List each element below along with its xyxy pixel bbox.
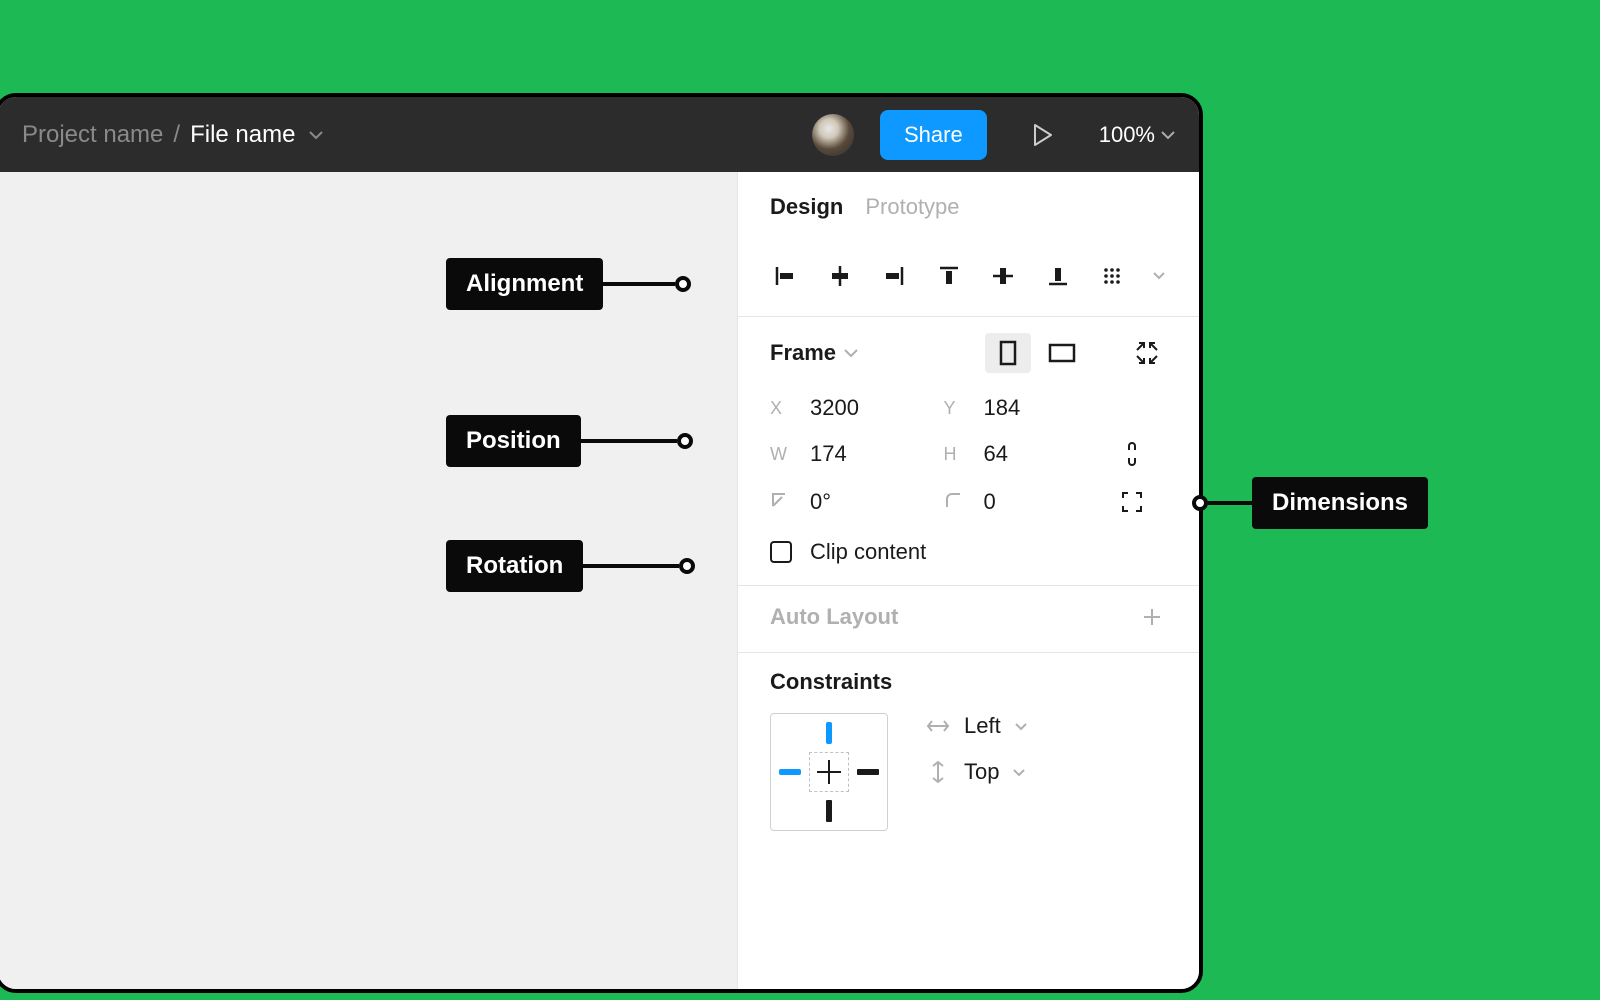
distribute-icon[interactable]: [1097, 260, 1128, 292]
x-label: X: [770, 398, 792, 419]
zoom-value: 100%: [1099, 122, 1155, 148]
file-name[interactable]: File name: [190, 121, 295, 149]
corner-radius-field[interactable]: 0: [944, 489, 1118, 515]
chevron-down-icon: [1015, 718, 1027, 734]
add-auto-layout-button[interactable]: [1137, 602, 1167, 632]
orientation-portrait-button[interactable]: [985, 333, 1031, 373]
frame-type-label: Frame: [770, 340, 836, 366]
height-field[interactable]: H 64: [944, 441, 1118, 467]
y-label: Y: [944, 398, 966, 419]
callout-label: Alignment: [446, 258, 603, 310]
y-value: 184: [984, 395, 1021, 421]
corner-radius-value: 0: [984, 489, 996, 515]
properties-panel: Design Prototype: [737, 172, 1199, 989]
callout-dimensions: Dimensions: [1192, 477, 1428, 529]
avatar[interactable]: [812, 114, 854, 156]
resize-to-fit-button[interactable]: [1127, 333, 1167, 373]
w-label: W: [770, 444, 792, 465]
x-value: 3200: [810, 395, 859, 421]
callout-alignment: Alignment: [446, 258, 691, 310]
rotation-icon: [770, 491, 792, 514]
breadcrumb-separator: /: [173, 121, 180, 149]
tab-design[interactable]: Design: [770, 194, 843, 220]
top-bar: Project name / File name Share 100%: [0, 97, 1199, 172]
align-horizontal-center-icon[interactable]: [825, 260, 856, 292]
constraints-section: Constraints Left: [738, 653, 1199, 851]
align-left-icon[interactable]: [770, 260, 801, 292]
align-top-icon[interactable]: [934, 260, 965, 292]
share-button[interactable]: Share: [880, 110, 987, 160]
zoom-menu[interactable]: 100%: [1099, 122, 1175, 148]
constraint-vertical-value: Top: [964, 759, 999, 785]
distribute-caret-icon[interactable]: [1152, 260, 1167, 292]
clip-content-label: Clip content: [810, 539, 926, 565]
rotation-field[interactable]: 0°: [770, 489, 944, 515]
corner-radius-icon: [944, 491, 966, 514]
independent-corners-icon[interactable]: [1117, 487, 1147, 517]
frame-type-dropdown[interactable]: Frame: [770, 340, 973, 366]
tab-prototype[interactable]: Prototype: [865, 194, 959, 220]
h-label: H: [944, 444, 966, 465]
align-vertical-center-icon[interactable]: [988, 260, 1019, 292]
orientation-landscape-button[interactable]: [1039, 333, 1085, 373]
project-name[interactable]: Project name: [22, 121, 163, 149]
frame-section: Frame: [738, 317, 1199, 586]
constraints-widget[interactable]: [770, 713, 888, 831]
auto-layout-label: Auto Layout: [770, 604, 898, 630]
align-right-icon[interactable]: [879, 260, 910, 292]
present-button[interactable]: [1019, 111, 1067, 159]
constraints-title: Constraints: [770, 669, 1167, 695]
callout-label: Dimensions: [1252, 477, 1428, 529]
callout-position: Position: [446, 415, 693, 467]
constrain-proportions-icon[interactable]: [1117, 439, 1147, 469]
panel-tabs: Design Prototype: [738, 172, 1199, 234]
horizontal-arrows-icon: [926, 719, 950, 733]
zoom-caret-icon: [1161, 127, 1175, 143]
chevron-down-icon: [1013, 764, 1025, 780]
breadcrumb: Project name / File name: [22, 121, 804, 149]
vertical-arrows-icon: [926, 760, 950, 784]
alignment-section: [738, 234, 1199, 317]
clip-content-checkbox[interactable]: [770, 541, 792, 563]
constraint-horizontal-value: Left: [964, 713, 1001, 739]
constraint-vertical-dropdown[interactable]: Top: [926, 759, 1027, 785]
x-field[interactable]: X 3200: [770, 395, 944, 421]
align-bottom-icon[interactable]: [1043, 260, 1074, 292]
constraint-horizontal-dropdown[interactable]: Left: [926, 713, 1027, 739]
h-value: 64: [984, 441, 1008, 467]
rotation-value: 0°: [810, 489, 831, 515]
w-value: 174: [810, 441, 847, 467]
callout-label: Rotation: [446, 540, 583, 592]
y-field[interactable]: Y 184: [944, 395, 1118, 421]
callout-label: Position: [446, 415, 581, 467]
auto-layout-section: Auto Layout: [738, 586, 1199, 653]
width-field[interactable]: W 174: [770, 441, 944, 467]
file-name-caret-icon[interactable]: [309, 127, 323, 143]
callout-rotation: Rotation: [446, 540, 695, 592]
